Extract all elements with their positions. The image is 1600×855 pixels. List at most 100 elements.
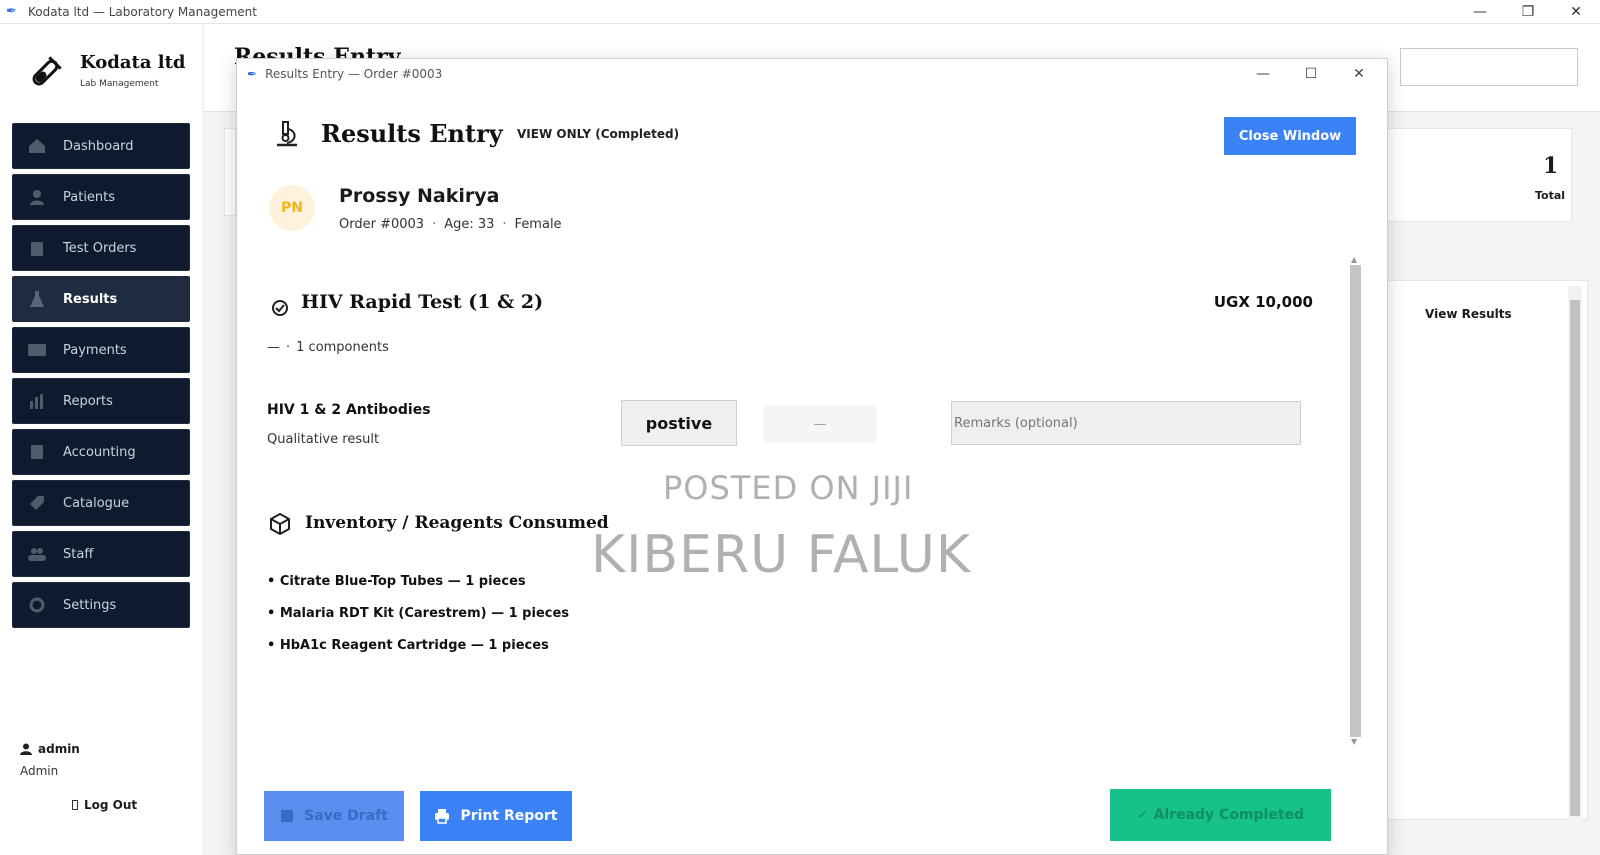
results-entry-dialog: ✒ Results Entry — Order #0003 — ☐ ✕ Resu… xyxy=(236,58,1388,855)
patient-age: Age: 33 xyxy=(444,217,495,232)
close-window-button[interactable]: Close Window xyxy=(1224,117,1356,155)
user-name-row: admin xyxy=(20,742,80,756)
restore-icon[interactable]: ❐ xyxy=(1504,0,1552,24)
sidebar-item-test-orders[interactable]: Test Orders xyxy=(12,225,190,271)
list-item: • Citrate Blue-Top Tubes — 1 pieces xyxy=(267,574,526,589)
sidebar-item-label: Settings xyxy=(63,597,117,613)
sidebar-nav: Dashboard Patients Test Orders Results P… xyxy=(12,123,190,633)
test-sub-prefix: — xyxy=(267,340,280,355)
status-badge: VIEW ONLY (Completed) xyxy=(517,127,680,141)
sidebar: Kodata ltd Lab Management Dashboard Pati… xyxy=(0,24,202,855)
sidebar-item-label: Accounting xyxy=(63,444,136,460)
scroll-thumb[interactable] xyxy=(1350,265,1361,737)
gear-icon xyxy=(27,597,47,613)
logout-button[interactable]: Log Out xyxy=(72,798,137,812)
brand-subtitle: Lab Management xyxy=(80,79,159,89)
sidebar-item-label: Dashboard xyxy=(63,138,134,154)
search-input[interactable] xyxy=(1400,48,1578,86)
user-role: Admin xyxy=(20,764,59,778)
chart-icon xyxy=(27,393,47,409)
dialog-scrollbar[interactable]: ▲ ▼ xyxy=(1349,255,1361,749)
unit-field: — xyxy=(763,405,877,443)
microscope-icon xyxy=(277,121,297,147)
sidebar-item-label: Results xyxy=(63,291,118,307)
stat-card-total: 1 Total xyxy=(1362,128,1572,222)
sidebar-item-payments[interactable]: Payments xyxy=(12,327,190,373)
table-header-view-results: View Results xyxy=(1425,307,1512,321)
clipboard-icon xyxy=(27,240,47,256)
minimize-icon[interactable]: — xyxy=(1239,59,1287,89)
sidebar-item-label: Patients xyxy=(63,189,116,205)
list-item: • HbA1c Reagent Cartridge — 1 pieces xyxy=(267,638,549,653)
sidebar-item-label: Staff xyxy=(63,546,94,562)
user-block: admin Admin xyxy=(20,742,80,778)
sidebar-item-accounting[interactable]: Accounting xyxy=(12,429,190,475)
dialog-window-title: Results Entry — Order #0003 xyxy=(265,67,443,81)
save-draft-button[interactable]: Save Draft xyxy=(264,791,404,841)
brand-name: Kodata ltd xyxy=(80,52,186,73)
brand: Kodata ltd Lab Management xyxy=(26,52,186,92)
feather-icon: ✒ xyxy=(247,67,258,81)
maximize-icon[interactable]: ☐ xyxy=(1287,59,1335,89)
order-number: Order #0003 xyxy=(339,217,425,232)
test-tube-icon xyxy=(32,56,62,86)
stat-label: Total xyxy=(1535,189,1566,202)
sidebar-item-staff[interactable]: Staff xyxy=(12,531,190,577)
watermark-line1: POSTED ON JIJI xyxy=(663,469,914,507)
patient-sex: Female xyxy=(514,217,562,232)
stat-card xyxy=(224,128,236,216)
dialog-title: Results Entry xyxy=(321,119,503,148)
app-window-title: Kodata ltd — Laboratory Management xyxy=(28,4,257,19)
test-icon xyxy=(272,300,288,316)
test-name: HIV Rapid Test (1 & 2) xyxy=(301,291,544,313)
inventory-list: • Citrate Blue-Top Tubes — 1 pieces • Ma… xyxy=(267,573,569,669)
printer-icon xyxy=(434,808,450,824)
card-icon xyxy=(27,342,47,358)
sidebar-item-settings[interactable]: Settings xyxy=(12,582,190,628)
home-icon xyxy=(27,138,47,154)
sidebar-item-label: Catalogue xyxy=(63,495,130,511)
table-scrollbar[interactable] xyxy=(1568,286,1582,820)
remarks-input[interactable] xyxy=(951,401,1301,445)
print-report-button[interactable]: Print Report xyxy=(420,791,572,841)
dialog-window-controls: — ☐ ✕ xyxy=(1239,59,1383,89)
tag-icon xyxy=(27,495,47,511)
flask-icon xyxy=(27,291,47,307)
close-icon[interactable]: ✕ xyxy=(1335,59,1383,89)
watermark-line2: KIBERU FALUK xyxy=(591,525,971,585)
user-name: admin xyxy=(38,742,80,756)
component-type: Qualitative result xyxy=(267,432,380,447)
dialog-titlebar: ✒ Results Entry — Order #0003 — ☐ ✕ xyxy=(237,59,1387,89)
sidebar-item-patients[interactable]: Patients xyxy=(12,174,190,220)
patient-name: Prossy Nakirya xyxy=(339,185,500,207)
minimize-icon[interactable]: — xyxy=(1456,0,1504,24)
print-report-label: Print Report xyxy=(460,808,558,824)
sidebar-item-results[interactable]: Results xyxy=(12,276,190,322)
user-icon xyxy=(20,743,32,755)
save-draft-label: Save Draft xyxy=(304,808,388,824)
window-controls: — ❐ ✕ xyxy=(1456,0,1600,24)
close-icon[interactable]: ✕ xyxy=(1552,0,1600,24)
logout-label: Log Out xyxy=(84,798,138,812)
test-price: UGX 10,000 xyxy=(1213,293,1313,311)
door-icon xyxy=(72,800,78,810)
app-titlebar: ✒ Kodata ltd — Laboratory Management — ❐… xyxy=(0,0,1600,24)
results-table: d View Results xyxy=(1354,280,1588,820)
avatar: PN xyxy=(269,185,315,231)
scroll-down-icon[interactable]: ▼ xyxy=(1351,737,1357,746)
sidebar-item-reports[interactable]: Reports xyxy=(12,378,190,424)
save-icon xyxy=(280,809,294,823)
components-count: 1 components xyxy=(296,340,389,355)
patient-meta: Order #0003 · Age: 33 · Female xyxy=(339,217,562,232)
scroll-up-icon[interactable]: ▲ xyxy=(1351,255,1357,264)
sidebar-item-label: Payments xyxy=(63,342,127,358)
sidebar-item-dashboard[interactable]: Dashboard xyxy=(12,123,190,169)
stat-value: 1 xyxy=(1543,153,1559,179)
sidebar-item-catalogue[interactable]: Catalogue xyxy=(12,480,190,526)
result-value-field[interactable]: postive xyxy=(621,400,737,446)
already-completed-button: ✓ Already Completed xyxy=(1110,789,1331,841)
box-icon xyxy=(270,513,290,535)
feather-icon: ✒ xyxy=(6,3,17,19)
component-name: HIV 1 & 2 Antibodies xyxy=(267,402,431,418)
test-components: — · 1 components xyxy=(267,340,389,355)
